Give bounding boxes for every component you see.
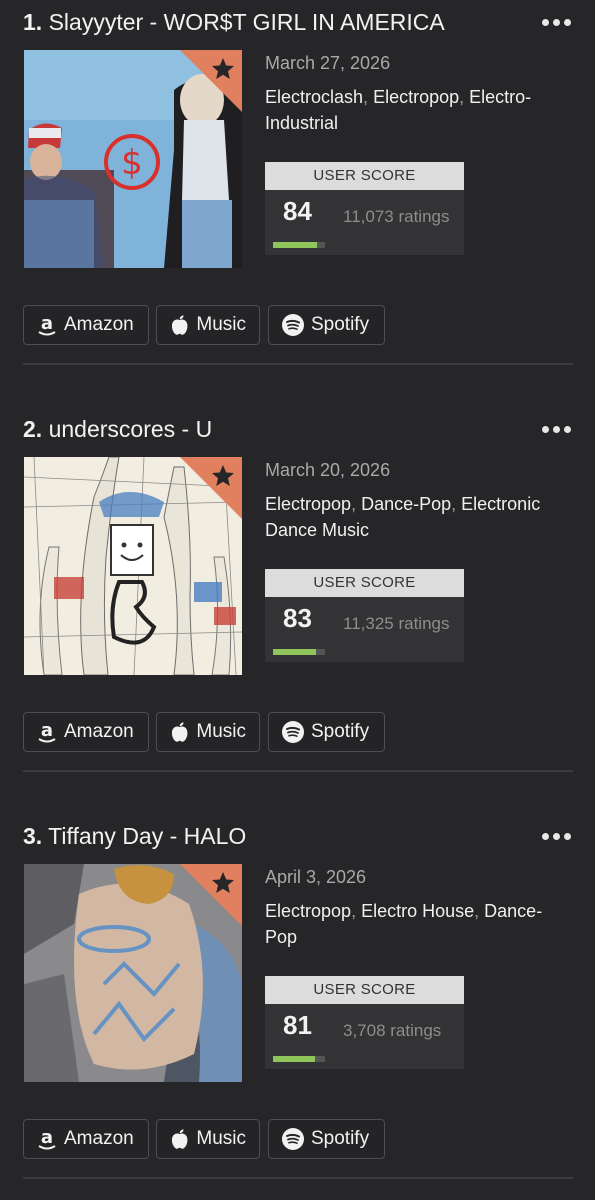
album-item: 1. Slayyyter - WOR$T GIRL IN AMERICA $ M… xyxy=(0,0,595,407)
album-cover[interactable]: $ xyxy=(24,50,242,268)
svg-text:a: a xyxy=(41,721,53,741)
svg-text:a: a xyxy=(41,314,53,334)
amazon-icon: a xyxy=(38,1128,56,1150)
star-icon[interactable] xyxy=(180,457,242,519)
apple-music-button[interactable]: Music xyxy=(156,305,260,345)
more-icon xyxy=(541,425,549,433)
user-score-label: USER SCORE xyxy=(265,162,464,190)
album-title[interactable]: 3. Tiffany Day - HALO xyxy=(23,814,246,858)
album-name[interactable]: Slayyyter - WOR$T GIRL IN AMERICA xyxy=(49,9,445,35)
user-score-label: USER SCORE xyxy=(265,976,464,1004)
apple-music-button[interactable]: Music xyxy=(156,1119,260,1159)
apple-icon xyxy=(171,315,188,335)
svg-text:$: $ xyxy=(121,143,143,183)
spotify-label: Spotify xyxy=(311,1128,370,1149)
music-label: Music xyxy=(196,314,246,335)
amazon-button[interactable]: a Amazon xyxy=(23,712,149,752)
genre-link[interactable]: Electroclash xyxy=(265,87,363,107)
album-rank: 2. xyxy=(23,416,43,442)
score-bar xyxy=(273,1056,325,1062)
genre-link[interactable]: Dance-Pop xyxy=(361,494,451,514)
album-rank: 3. xyxy=(23,823,43,849)
album-name[interactable]: underscores - U xyxy=(49,416,213,442)
user-score-value: 81 xyxy=(283,1010,312,1040)
more-icon-dot xyxy=(563,832,571,840)
amazon-label: Amazon xyxy=(64,314,134,335)
score-bar xyxy=(273,242,325,248)
spotify-icon xyxy=(282,314,304,336)
release-date: March 20, 2026 xyxy=(265,460,391,480)
album-list: 1. Slayyyter - WOR$T GIRL IN AMERICA $ M… xyxy=(0,0,595,1200)
star-icon[interactable] xyxy=(180,50,242,112)
release-date: March 27, 2026 xyxy=(265,53,391,73)
user-score-label: USER SCORE xyxy=(265,569,464,597)
more-options-button[interactable] xyxy=(536,8,576,36)
user-score-box[interactable]: USER SCORE 83 11,325 ratings xyxy=(265,569,464,662)
user-score-box[interactable]: USER SCORE 81 3,708 ratings xyxy=(265,976,464,1069)
apple-icon xyxy=(171,1129,188,1149)
star-icon[interactable] xyxy=(180,864,242,926)
score-bar-fill xyxy=(273,1056,316,1062)
divider xyxy=(23,770,573,772)
genre-link[interactable]: Electropop xyxy=(373,87,459,107)
album-item: 2. underscores - U March 20, 2026 Electr… xyxy=(0,407,595,814)
music-label: Music xyxy=(196,1128,246,1149)
genre-list: Electropop, Electro House, Dance-Pop xyxy=(265,901,543,947)
user-score-box[interactable]: USER SCORE 84 11,073 ratings xyxy=(265,162,464,255)
apple-icon xyxy=(171,722,188,742)
music-label: Music xyxy=(196,721,246,742)
apple-music-button[interactable]: Music xyxy=(156,712,260,752)
more-icon-dot xyxy=(552,18,560,26)
amazon-icon: a xyxy=(38,314,56,336)
more-icon xyxy=(541,832,549,840)
genre-link[interactable]: Electropop xyxy=(265,494,351,514)
spotify-button[interactable]: Spotify xyxy=(268,305,385,345)
spotify-button[interactable]: Spotify xyxy=(268,712,385,752)
album-cover[interactable] xyxy=(24,457,242,675)
album-cover[interactable] xyxy=(24,864,242,1082)
genre-list: Electroclash, Electropop, Electro-Indust… xyxy=(265,87,532,133)
user-score-value: 83 xyxy=(283,603,312,633)
ratings-count: 11,325 ratings xyxy=(343,614,450,633)
spotify-label: Spotify xyxy=(311,314,370,335)
release-date: April 3, 2026 xyxy=(265,867,367,887)
more-icon xyxy=(541,18,549,26)
spotify-icon xyxy=(282,721,304,743)
divider xyxy=(23,363,573,365)
more-options-button[interactable] xyxy=(536,822,576,850)
more-icon-dot xyxy=(552,832,560,840)
ratings-count: 3,708 ratings xyxy=(343,1021,442,1040)
score-bar xyxy=(273,649,325,655)
amazon-button[interactable]: a Amazon xyxy=(23,1119,149,1159)
amazon-label: Amazon xyxy=(64,1128,134,1149)
spotify-label: Spotify xyxy=(311,721,370,742)
more-options-button[interactable] xyxy=(536,415,576,443)
genre-link[interactable]: Electropop xyxy=(265,901,351,921)
genre-link[interactable]: Electro House xyxy=(361,901,474,921)
user-score-value: 84 xyxy=(283,196,312,226)
divider xyxy=(23,1177,573,1179)
svg-text:a: a xyxy=(41,1128,53,1148)
more-icon-dot xyxy=(552,425,560,433)
more-icon-dot xyxy=(563,425,571,433)
album-title[interactable]: 2. underscores - U xyxy=(23,407,212,451)
album-name[interactable]: Tiffany Day - HALO xyxy=(48,823,246,849)
amazon-icon: a xyxy=(38,721,56,743)
more-icon-dot xyxy=(563,18,571,26)
album-title[interactable]: 1. Slayyyter - WOR$T GIRL IN AMERICA xyxy=(23,0,445,44)
genre-list: Electropop, Dance-Pop, Electronic Dance … xyxy=(265,494,541,540)
album-item: 3. Tiffany Day - HALO April 3, 2026 Elec… xyxy=(0,814,595,1200)
score-bar-fill xyxy=(273,649,317,655)
ratings-count: 11,073 ratings xyxy=(343,207,450,226)
amazon-label: Amazon xyxy=(64,721,134,742)
score-bar-fill xyxy=(273,242,317,248)
spotify-icon xyxy=(282,1128,304,1150)
album-rank: 1. xyxy=(23,9,43,35)
spotify-button[interactable]: Spotify xyxy=(268,1119,385,1159)
amazon-button[interactable]: a Amazon xyxy=(23,305,149,345)
